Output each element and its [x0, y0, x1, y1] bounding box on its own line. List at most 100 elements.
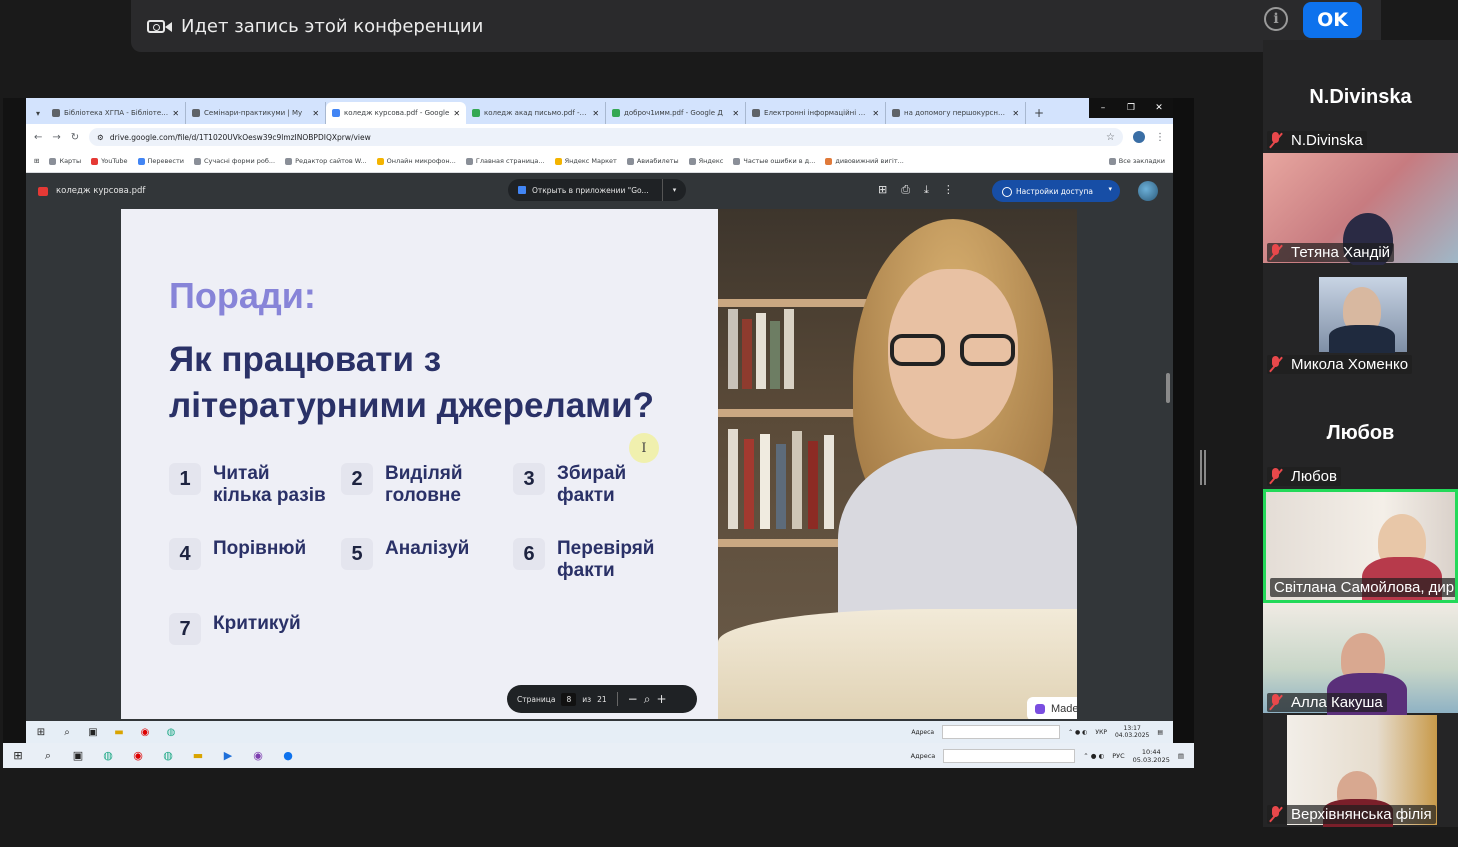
site-info-icon[interactable]: ⚙	[97, 133, 104, 142]
task-view-icon[interactable]: ▣	[69, 747, 87, 765]
all-bookmarks[interactable]: Все закладки	[1108, 157, 1165, 165]
tab-favicon-icon	[752, 109, 761, 117]
close-window-button[interactable]: ✕	[1145, 98, 1173, 118]
browser-menu-icon[interactable]: ⋮	[1155, 132, 1165, 143]
ok-button[interactable]: OK	[1303, 2, 1362, 38]
viber-icon[interactable]: ◉	[249, 747, 267, 765]
bookmark-item[interactable]: Авиабилеты	[626, 157, 679, 165]
tab-close-icon[interactable]: ✕	[453, 109, 460, 118]
windows-start-icon[interactable]: ⊞	[34, 725, 48, 739]
maximize-button[interactable]: ❐	[1117, 98, 1145, 118]
bookmark-favicon-icon	[91, 157, 99, 165]
zoom-app-icon[interactable]: ●	[279, 747, 297, 765]
bookmark-item[interactable]: Яндекс	[688, 157, 723, 165]
search-icon[interactable]: ⌕	[39, 747, 57, 765]
folder-icon	[1108, 157, 1116, 165]
add-comment-icon[interactable]: ⊞	[878, 183, 887, 197]
share-dropdown-icon[interactable]: ▾	[1108, 185, 1112, 193]
scrollbar-thumb[interactable]	[1166, 373, 1170, 403]
participant-tile-speaking[interactable]: Світлана Самойлова, дир...	[1263, 489, 1458, 603]
reload-icon[interactable]: ↻	[71, 132, 79, 143]
participant-tile[interactable]: Верхівнянська філія	[1263, 715, 1458, 827]
address-bar[interactable]: ⚙ drive.google.com/file/d/1T1020UVkOesw3…	[89, 128, 1123, 146]
bookmark-item[interactable]: Частые ошибки в д...	[733, 157, 815, 165]
bookmark-item[interactable]: Редактор сайтов W...	[285, 157, 367, 165]
tray-clock[interactable]: 10:44 05.03.2025	[1133, 748, 1170, 764]
tab-close-icon[interactable]: ✕	[592, 109, 599, 118]
bookmark-item[interactable]: Сучасні форми роб...	[193, 157, 275, 165]
tray-clock[interactable]: 13:17 04.03.2025	[1115, 725, 1149, 739]
made-with-gamma-badge[interactable]: Made with Gamma	[1027, 697, 1077, 719]
participant-tile[interactable]: Микола Хоменко	[1263, 265, 1458, 377]
info-icon[interactable]: i	[1264, 7, 1288, 31]
zoom-in-button[interactable]: +	[656, 692, 666, 706]
minimize-button[interactable]: –	[1089, 98, 1117, 118]
bookmark-item[interactable]: Онлайн микрофон...	[376, 157, 456, 165]
browser-tab[interactable]: Семінари-практикуми | My ✕	[186, 102, 327, 124]
book	[784, 309, 794, 389]
forward-icon[interactable]: →	[52, 132, 60, 143]
back-icon[interactable]: ←	[34, 132, 42, 143]
zoom-search-icon[interactable]: ⌕	[644, 692, 651, 707]
notification-icon[interactable]: ▤	[1157, 729, 1163, 736]
browser-tab[interactable]: Бібліотека ХГПА - Бібліотека ✕	[46, 102, 187, 124]
tab-search-icon[interactable]: ▾	[32, 102, 46, 124]
browser-tab[interactable]: коледж акад письмо.pdf - Go ✕	[466, 102, 607, 124]
bookmark-item[interactable]: Яндекс Маркет	[554, 157, 617, 165]
browser-tab[interactable]: доброч1имм.pdf - Google Д ✕	[606, 102, 747, 124]
explorer-icon[interactable]: ▬	[112, 725, 126, 739]
address-input[interactable]	[942, 725, 1061, 739]
zoom-out-button[interactable]: −	[628, 692, 638, 706]
participant-tile[interactable]: Любов Любов	[1263, 377, 1458, 489]
tab-close-icon[interactable]: ✕	[732, 109, 739, 118]
explorer-icon[interactable]: ▬	[189, 747, 207, 765]
participant-tile[interactable]: Тетяна Хандій	[1263, 153, 1458, 265]
tab-close-icon[interactable]: ✕	[1012, 109, 1019, 118]
bookmark-favicon-icon	[376, 157, 384, 165]
notification-icon[interactable]: ▤	[1178, 752, 1184, 760]
media-player-icon[interactable]: ▶	[219, 747, 237, 765]
search-icon[interactable]: ⌕	[60, 725, 74, 739]
participant-tile[interactable]: Алла Какуша	[1263, 603, 1458, 715]
chrome-icon[interactable]: ◍	[164, 725, 178, 739]
chrome-icon[interactable]: ◍	[159, 747, 177, 765]
browser-tab-active[interactable]: коледж курсова.pdf - Google ✕	[326, 102, 467, 124]
browser-tab[interactable]: Електронні інформаційні рес ✕	[746, 102, 887, 124]
more-icon[interactable]: ⋮	[943, 183, 954, 197]
share-settings-button[interactable]: Настройки доступа ▾	[992, 180, 1120, 202]
tray-language[interactable]: РУС	[1112, 752, 1124, 760]
bookmark-item[interactable]: Перевести	[137, 157, 184, 165]
user-avatar[interactable]	[1138, 181, 1158, 201]
panel-resize-handle[interactable]	[1200, 450, 1206, 485]
bookmark-item[interactable]: Главная страница...	[465, 157, 545, 165]
windows-start-icon[interactable]: ⊞	[9, 747, 27, 765]
tip-number: 2	[341, 463, 373, 495]
bookmark-item[interactable]: дивовижний вигіт...	[825, 157, 904, 165]
print-icon[interactable]: ⎙	[901, 183, 910, 197]
open-with-dropdown-icon[interactable]: ▾	[662, 179, 686, 201]
page-number-input[interactable]: 8	[561, 692, 577, 706]
profile-avatar[interactable]	[1133, 131, 1145, 143]
new-tab-button[interactable]: +	[1026, 102, 1052, 124]
tab-close-icon[interactable]: ✕	[312, 109, 319, 118]
task-view-icon[interactable]: ▣	[86, 725, 100, 739]
share-left-border	[3, 98, 26, 743]
tab-close-icon[interactable]: ✕	[872, 109, 879, 118]
tip-item: 4 Порівнюй	[169, 538, 339, 570]
recorder-icon[interactable]: ◉	[138, 725, 152, 739]
browser-tab[interactable]: на допомогу першокурснику ✕	[886, 102, 1027, 124]
open-with-button[interactable]: Открыть в приложении "Go... ▾	[508, 179, 686, 201]
recorder-icon[interactable]: ◉	[129, 747, 147, 765]
bookshelf	[718, 409, 868, 417]
participant-tile[interactable]: N.Divinska N.Divinska	[1263, 40, 1458, 153]
address-input[interactable]	[943, 748, 1076, 763]
tip-item: 1 Читай кілька разів	[169, 463, 339, 507]
bookmark-star-icon[interactable]: ☆	[1106, 132, 1115, 143]
apps-grid-icon[interactable]: ⊞	[34, 157, 39, 165]
bookmark-item[interactable]: Карты	[49, 157, 81, 165]
chrome-icon[interactable]: ◍	[99, 747, 117, 765]
bookmark-item[interactable]: YouTube	[91, 157, 128, 165]
tray-language[interactable]: УКР	[1095, 729, 1107, 736]
download-icon[interactable]: ⤓	[924, 183, 929, 197]
tab-close-icon[interactable]: ✕	[172, 109, 179, 118]
